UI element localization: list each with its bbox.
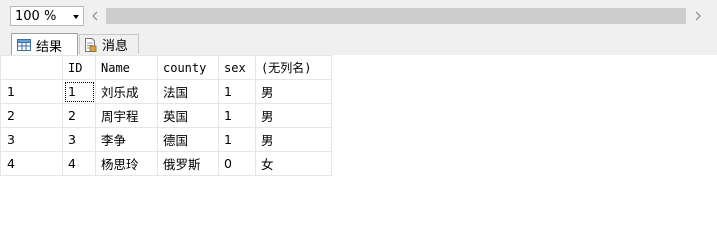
grid-cell[interactable]: 法国 <box>157 79 219 104</box>
chevron-right-icon[interactable] <box>689 6 707 26</box>
grid-cell[interactable]: 俄罗斯 <box>157 151 219 176</box>
tab-messages[interactable]: 消息 <box>79 34 139 54</box>
column-header[interactable]: Name <box>95 55 158 80</box>
column-header[interactable]: county <box>157 55 219 80</box>
row-number[interactable]: 4 <box>0 151 63 176</box>
zoom-value: 100 % <box>15 9 57 24</box>
row-number[interactable]: 1 <box>0 79 63 104</box>
results-toolbar: 100 % <box>0 0 717 32</box>
results-grid: ID Name county sex (无列名) 1 1 刘乐成 法国 1 男 … <box>0 55 332 176</box>
grid-header-row: ID Name county sex (无列名) <box>0 55 332 80</box>
chevron-down-icon[interactable] <box>73 15 79 19</box>
column-header[interactable]: ID <box>62 55 96 80</box>
grid-cell[interactable]: 1 <box>62 79 96 104</box>
grid-cell[interactable]: 刘乐成 <box>95 79 158 104</box>
zoom-dropdown[interactable]: 100 % <box>10 6 84 26</box>
grid-cell[interactable]: 男 <box>255 79 332 104</box>
grid-cell[interactable]: 李争 <box>95 127 158 152</box>
table-row: 4 4 杨思玲 俄罗斯 0 女 <box>0 151 332 176</box>
grid-cell[interactable]: 德国 <box>157 127 219 152</box>
grid-cell[interactable]: 1 <box>218 127 256 152</box>
grid-cell[interactable]: 男 <box>255 103 332 128</box>
grid-cell[interactable]: 4 <box>62 151 96 176</box>
table-row: 1 1 刘乐成 法国 1 男 <box>0 79 332 104</box>
grid-cell[interactable]: 1 <box>218 79 256 104</box>
horizontal-scrollbar[interactable] <box>86 6 707 26</box>
grid-icon <box>17 39 31 51</box>
grid-cell[interactable]: 3 <box>62 127 96 152</box>
corner-header[interactable] <box>0 55 63 80</box>
table-row: 3 3 李争 德国 1 男 <box>0 127 332 152</box>
tab-results[interactable]: 结果 <box>11 33 78 56</box>
row-number[interactable]: 2 <box>0 103 63 128</box>
grid-cell[interactable]: 周宇程 <box>95 103 158 128</box>
results-pane: 100 % 结果 消息 ID Name county sex (无列名) 1 1… <box>0 0 717 251</box>
grid-cell[interactable]: 男 <box>255 127 332 152</box>
chevron-left-icon[interactable] <box>86 6 104 26</box>
column-header[interactable]: sex <box>218 55 256 80</box>
grid-cell[interactable]: 2 <box>62 103 96 128</box>
grid-cell[interactable]: 杨思玲 <box>95 151 158 176</box>
table-row: 2 2 周宇程 英国 1 男 <box>0 103 332 128</box>
grid-cell[interactable]: 1 <box>218 103 256 128</box>
grid-cell[interactable]: 0 <box>218 151 256 176</box>
tab-strip: 结果 消息 <box>0 32 717 56</box>
document-icon <box>85 37 97 52</box>
grid-cell[interactable]: 女 <box>255 151 332 176</box>
row-number[interactable]: 3 <box>0 127 63 152</box>
tab-results-label: 结果 <box>36 39 63 55</box>
tab-messages-label: 消息 <box>102 39 129 54</box>
grid-cell[interactable]: 英国 <box>157 103 219 128</box>
column-header[interactable]: (无列名) <box>255 55 332 80</box>
scrollbar-thumb[interactable] <box>106 8 686 24</box>
